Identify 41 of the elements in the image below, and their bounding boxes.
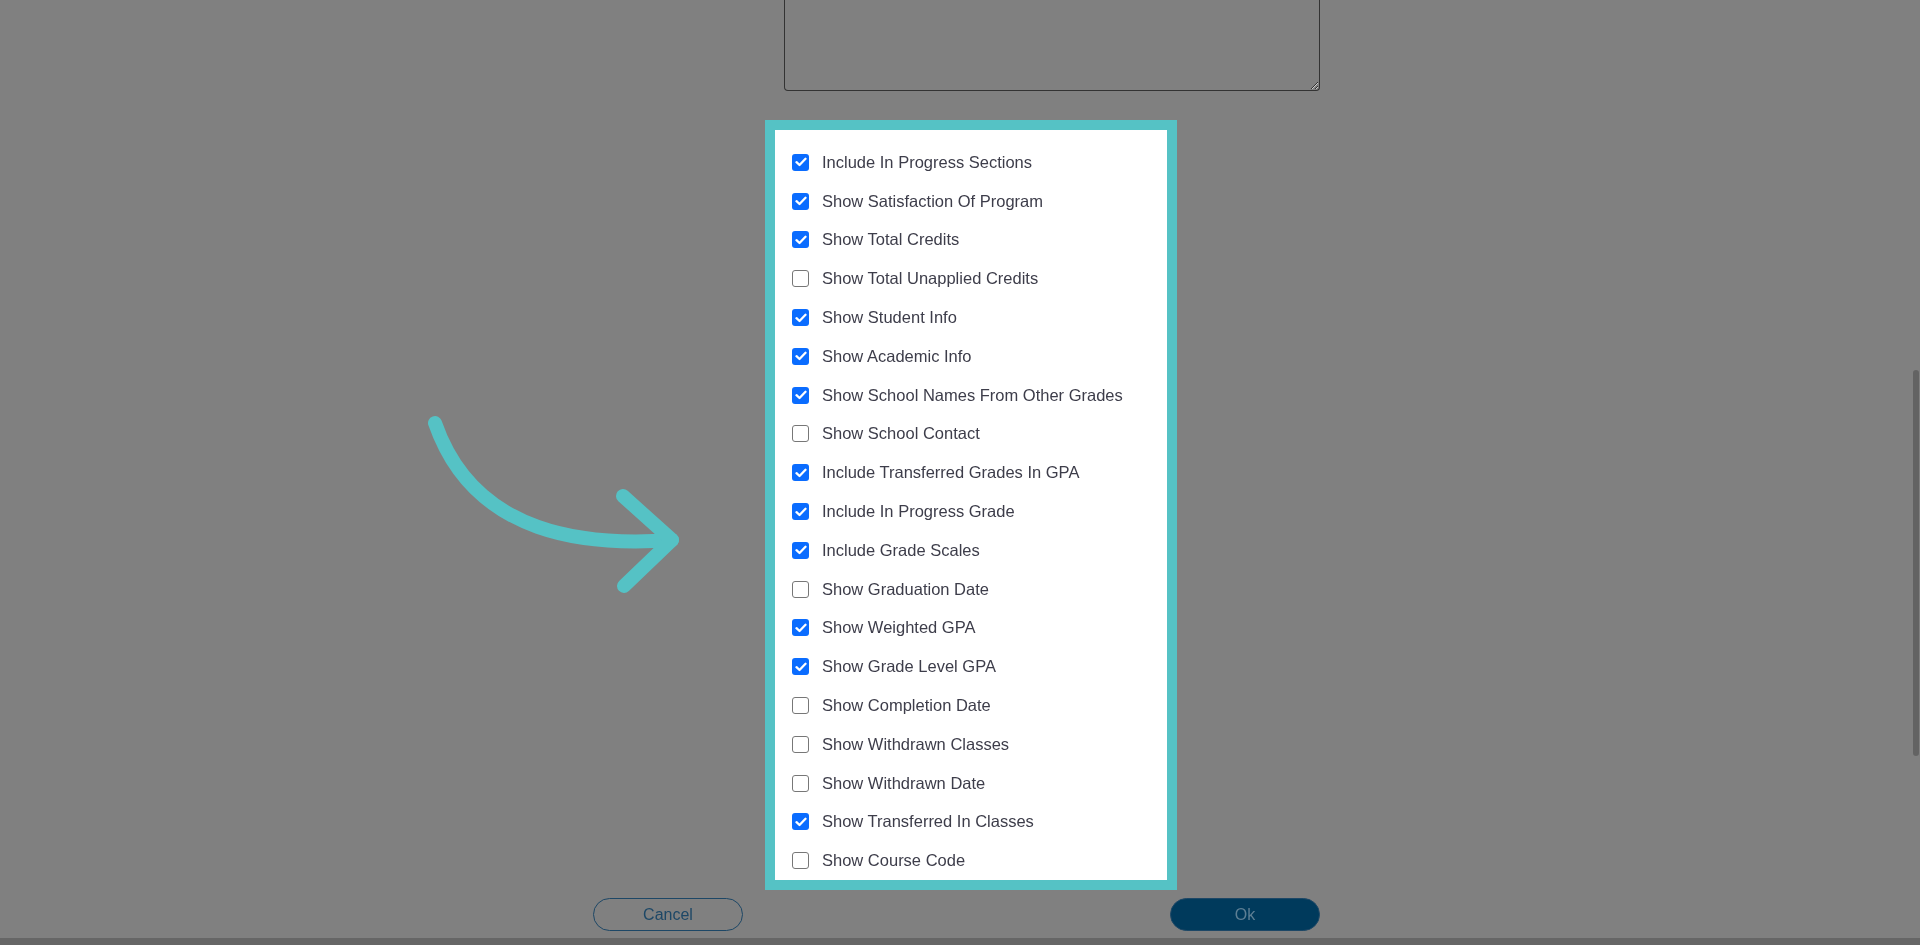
option-label: Show School Names From Other Grades: [822, 385, 1123, 405]
checkbox[interactable]: [792, 270, 809, 288]
option-label: Show Academic Info: [822, 346, 972, 366]
checkbox[interactable]: [792, 774, 809, 792]
option-label: Show Grade Level GPA: [822, 657, 996, 677]
option-label: Show Satisfaction Of Program: [822, 191, 1043, 211]
option-label: Show Graduation Date: [822, 579, 989, 599]
option-label: Show School Contact: [822, 424, 980, 444]
ok-button[interactable]: Ok: [1170, 898, 1320, 931]
option-label: Show Student Info: [822, 308, 957, 328]
horizontal-scrollbar[interactable]: [0, 938, 1920, 945]
checkbox[interactable]: [792, 231, 809, 249]
checkbox[interactable]: [792, 619, 809, 637]
option-label: Show Course Code: [822, 851, 966, 871]
option-label: Show Total Unapplied Credits: [822, 269, 1039, 289]
checkbox[interactable]: [792, 580, 809, 598]
checkbox[interactable]: [792, 386, 809, 404]
option-label: Show Withdrawn Classes: [822, 734, 1010, 754]
option-label: Include In Progress Grade: [822, 502, 1015, 522]
checkbox[interactable]: [792, 658, 809, 676]
checkbox[interactable]: [792, 735, 809, 753]
checkbox[interactable]: [792, 425, 809, 443]
option-label: Show Weighted GPA: [822, 618, 976, 638]
checkbox[interactable]: [792, 503, 809, 521]
vertical-scrollbar[interactable]: [1913, 370, 1919, 756]
checkbox[interactable]: [792, 852, 809, 870]
option-label: Show Completion Date: [822, 696, 991, 716]
checkbox[interactable]: [792, 464, 809, 482]
checkbox[interactable]: [792, 309, 809, 327]
checkbox[interactable]: [792, 813, 809, 831]
checkbox[interactable]: [792, 347, 809, 365]
option-label: Include Transferred Grades In GPA: [822, 463, 1080, 483]
option-label: Include Grade Scales: [822, 540, 980, 560]
checkbox[interactable]: [792, 192, 809, 210]
checkbox[interactable]: [792, 153, 809, 171]
option-label: Show Withdrawn Date: [822, 773, 986, 793]
checkbox[interactable]: [792, 541, 809, 559]
option-label: Show Transferred In Classes: [822, 812, 1034, 832]
option-label: Show Total Credits: [822, 230, 960, 250]
option-label: Include In Progress Sections: [822, 152, 1033, 172]
checkbox[interactable]: [792, 697, 809, 715]
